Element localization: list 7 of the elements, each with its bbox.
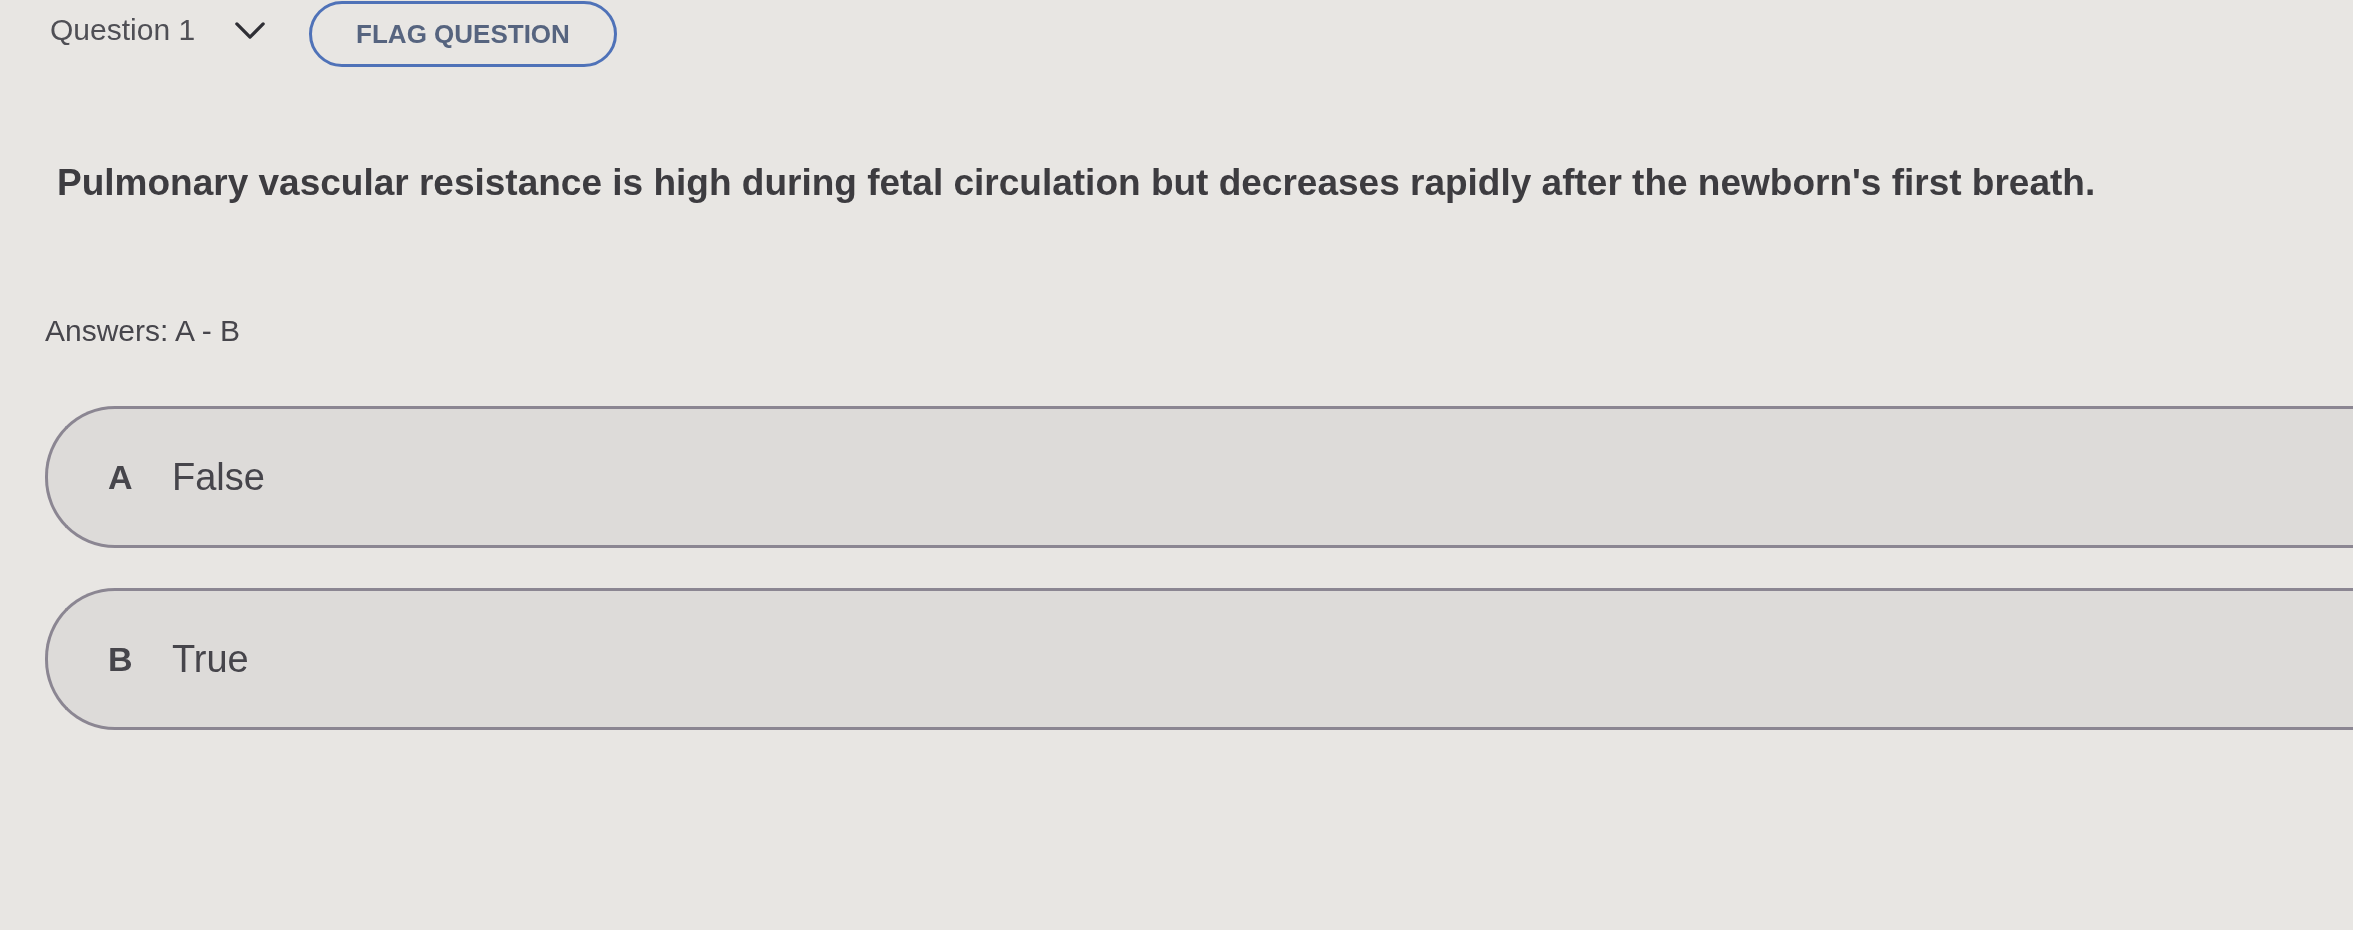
answers-summary: Answers: A - B: [45, 313, 241, 349]
answer-option[interactable]: A False: [45, 406, 2353, 548]
question-text: Pulmonary vascular resistance is high during fetal circulation but decreases rapidly after the newborn's first breath.: [57, 161, 2096, 205]
chevron-down-icon[interactable]: [235, 21, 266, 39]
answer-option[interactable]: B True: [45, 588, 2353, 730]
question-number: Question 1: [50, 12, 196, 48]
flag-question-button[interactable]: FLAG QUESTION: [309, 1, 617, 67]
